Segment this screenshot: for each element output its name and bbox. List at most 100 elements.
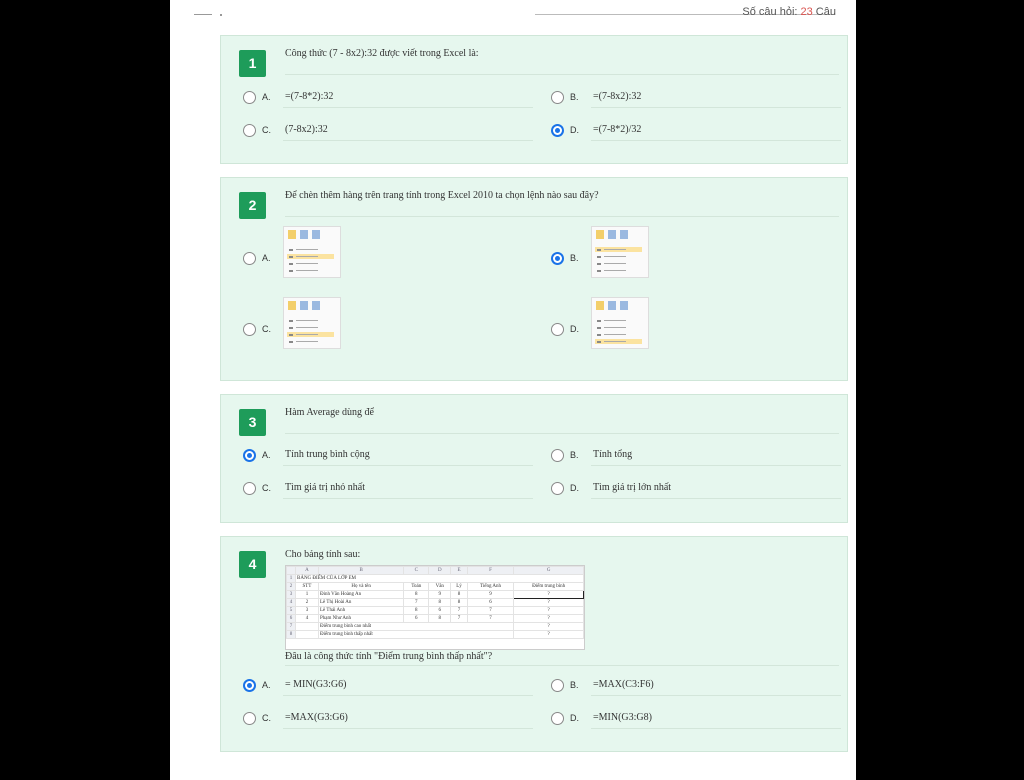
menu-row <box>287 339 334 344</box>
sheet-data-row: 4 2 Lê Thị Hoài An 7 8 8 6? <box>286 598 584 607</box>
question-number: 1 <box>239 50 266 77</box>
radio-button[interactable] <box>551 679 564 692</box>
ribbon-thumbnail-b[interactable] <box>591 226 649 278</box>
option-text: =(7-8x2):32 <box>593 91 642 102</box>
format-icon <box>312 230 320 239</box>
divider <box>285 665 839 666</box>
menu-row-icon <box>289 270 293 272</box>
menu-row-label <box>296 320 318 321</box>
sheet-cell: 7 <box>466 606 515 615</box>
sheet-cell: 6 <box>403 614 430 623</box>
sheet-cell: 6 <box>466 598 515 607</box>
option-letter: C. <box>262 713 271 723</box>
delete-icon <box>300 301 308 310</box>
menu-row <box>287 332 334 337</box>
menu-row-icon <box>289 320 293 322</box>
option-text: =(7-8*2):32 <box>285 91 334 102</box>
option-a[interactable]: A. = MIN(G3:G6) <box>243 677 533 697</box>
option-b[interactable]: B. =MAX(C3:F6) <box>551 677 841 697</box>
menu-row-icon <box>597 341 601 343</box>
option-b[interactable]: B. Tính tổng <box>551 447 841 467</box>
menu-row <box>287 318 334 323</box>
question-card-3: 3 Hàm Average dùng để A. Tính trung bình… <box>220 394 848 523</box>
option-underline <box>283 140 533 141</box>
question-number: 2 <box>239 192 266 219</box>
radio-button[interactable] <box>243 252 256 265</box>
menu-row-label <box>604 249 626 250</box>
sheet-summary-row: 8 Điểm trung bình thấp nhất? <box>286 630 584 639</box>
menu-row-label <box>604 334 626 335</box>
menu-row <box>595 247 642 252</box>
radio-button[interactable] <box>243 323 256 336</box>
sheet-cell: 8 <box>403 590 430 599</box>
option-c[interactable]: C. (7-8x2):32 <box>243 122 533 142</box>
sheet-cell: 1 <box>295 590 319 599</box>
option-d[interactable]: D. =(7-8*2)/32 <box>551 122 841 142</box>
sheet-header-cell: Tiếng Anh <box>466 582 515 591</box>
sheet-summary-value: ? <box>513 622 584 631</box>
delete-icon <box>300 230 308 239</box>
option-letter: A. <box>262 680 271 690</box>
sheet-cell: 7 <box>466 614 515 623</box>
option-a[interactable]: A. =(7-8*2):32 <box>243 89 533 109</box>
option-d[interactable]: D. Tìm giá trị lớn nhất <box>551 480 841 500</box>
sheet-cell <box>295 630 319 639</box>
option-underline <box>283 465 533 466</box>
sheet-row-number: 8 <box>286 630 296 639</box>
format-icon <box>620 230 628 239</box>
sheet-title: BẢNG ĐIỂM CỦA LỚP EM <box>295 574 584 583</box>
sheet-cell: 8 <box>450 598 468 607</box>
sheet-cell: Lê Thái Anh <box>317 606 405 615</box>
menu-row <box>595 261 642 266</box>
sheet-row-number: 6 <box>286 614 296 623</box>
menu-row-icon <box>289 327 293 329</box>
menu-row <box>287 247 334 252</box>
radio-button[interactable] <box>551 252 564 265</box>
option-d[interactable]: D. =MIN(G3:G8) <box>551 710 841 730</box>
option-letter: D. <box>570 125 579 135</box>
sheet-row-number: 4 <box>286 598 296 607</box>
option-c[interactable]: C. =MAX(G3:G6) <box>243 710 533 730</box>
sheet-data-row: 6 4 Phạm Như Anh 6 8 7 7? <box>286 614 584 623</box>
option-b[interactable]: B. =(7-8x2):32 <box>551 89 841 109</box>
sheet-header-cell: Văn <box>428 582 452 591</box>
ribbon-thumbnail-d[interactable] <box>591 297 649 349</box>
radio-button[interactable] <box>551 124 564 137</box>
option-letter: C. <box>262 483 271 493</box>
radio-button[interactable] <box>551 482 564 495</box>
option-c[interactable]: C. Tìm giá trị nhỏ nhất <box>243 480 533 500</box>
option-letter: A. <box>262 253 271 263</box>
radio-button[interactable] <box>243 449 256 462</box>
radio-button[interactable] <box>551 323 564 336</box>
radio-button[interactable] <box>243 91 256 104</box>
sheet-row-number: 1 <box>286 574 296 583</box>
menu-row-icon <box>289 256 293 258</box>
menu-row <box>595 318 642 323</box>
ribbon-thumbnail-a[interactable] <box>283 226 341 278</box>
radio-button[interactable] <box>243 712 256 725</box>
menu-row-label <box>296 327 318 328</box>
insert-icon <box>596 230 604 239</box>
radio-button[interactable] <box>243 679 256 692</box>
radio-button[interactable] <box>243 124 256 137</box>
option-a[interactable]: A. Tính trung bình cộng <box>243 447 533 467</box>
menu-row <box>287 261 334 266</box>
menu-row-label <box>604 327 626 328</box>
radio-button[interactable] <box>551 449 564 462</box>
sheet-summary-label: Điểm trung bình cao nhất <box>317 622 515 631</box>
menu-row-label <box>296 341 318 342</box>
menu-row-label <box>604 341 626 342</box>
sheet-cell: 9 <box>466 590 515 599</box>
sheet-header-cell: Toán <box>403 582 430 591</box>
option-text: =MAX(G3:G6) <box>285 712 348 723</box>
count-unit: Câu <box>812 6 836 16</box>
sheet-row-number: 7 <box>286 622 296 631</box>
radio-button[interactable] <box>243 482 256 495</box>
sheet-summary-value: ? <box>513 630 584 639</box>
spreadsheet-body: A B C D E F G 1 BẢNG ĐIỂM CỦA LỚP EM 2 STT Họ và tê… <box>286 566 584 639</box>
radio-button[interactable] <box>551 91 564 104</box>
question-card-4: 4 Cho bảng tính sau: A B C D E F G 1 BẢNG ĐIỂM C… <box>220 536 848 752</box>
ribbon-thumbnail-c[interactable] <box>283 297 341 349</box>
option-underline <box>591 140 841 141</box>
radio-button[interactable] <box>551 712 564 725</box>
